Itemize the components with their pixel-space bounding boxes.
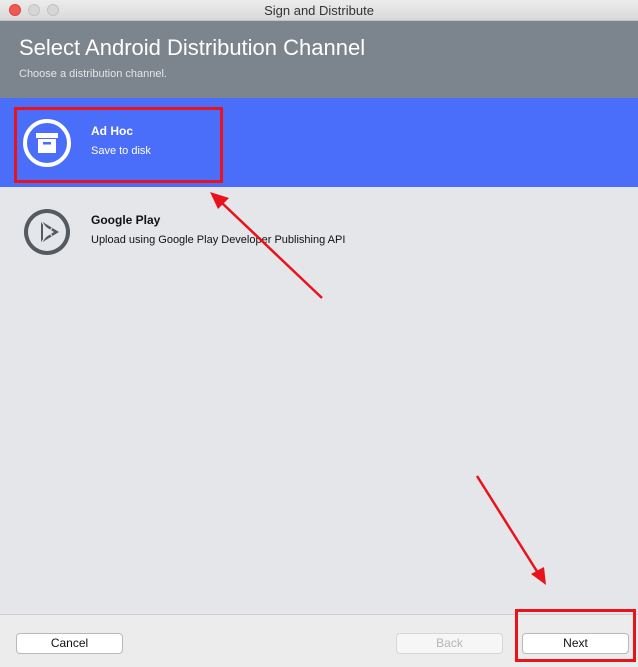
annotation-box-next xyxy=(515,609,636,662)
window-title: Sign and Distribute xyxy=(264,3,374,18)
channel-description: Upload using Google Play Developer Publi… xyxy=(91,234,346,246)
annotation-arrow-next xyxy=(475,475,546,585)
page-subtitle: Choose a distribution channel. xyxy=(19,68,167,80)
page-header: Select Android Distribution Channel Choo… xyxy=(0,21,638,98)
annotation-box-ad-hoc xyxy=(14,107,223,183)
title-bar: Sign and Distribute xyxy=(0,0,638,21)
channel-item-google-play[interactable]: Google Play Upload using Google Play Dev… xyxy=(0,187,638,276)
page-title: Select Android Distribution Channel xyxy=(19,35,366,60)
play-icon xyxy=(24,209,70,255)
cancel-button[interactable]: Cancel xyxy=(16,633,123,654)
channel-name: Google Play xyxy=(91,213,161,227)
back-button[interactable]: Back xyxy=(396,633,503,654)
sign-distribute-window: Sign and Distribute Select Android Distr… xyxy=(0,0,638,667)
